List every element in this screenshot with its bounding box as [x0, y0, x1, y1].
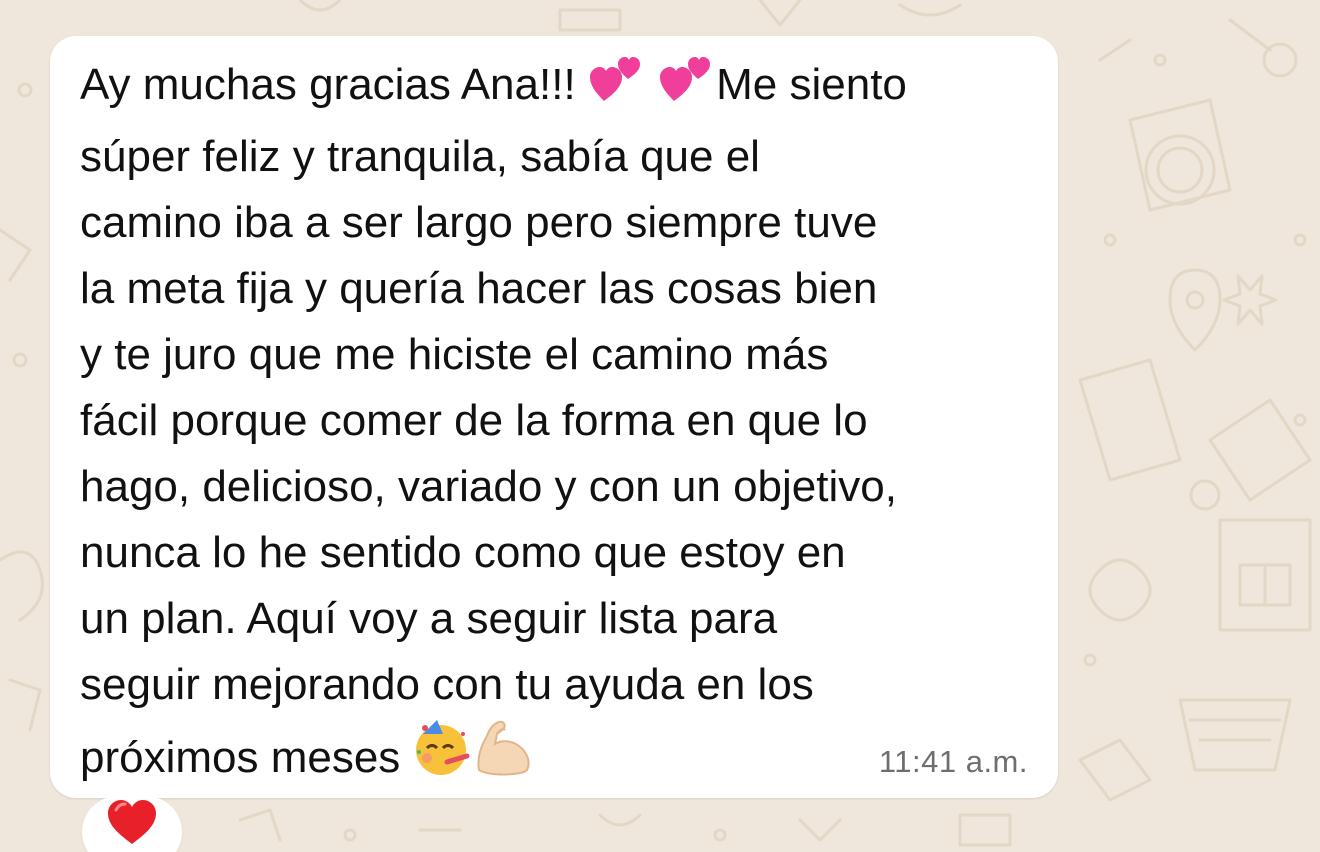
two-hearts-icon	[658, 53, 716, 124]
message-text: Ay muchas gracias Ana!!! Me siento súper…	[80, 52, 1040, 797]
flexed-biceps-icon	[473, 718, 535, 797]
red-heart-icon	[106, 798, 158, 851]
message-reaction[interactable]	[82, 796, 182, 852]
message-timestamp: 11:41 a.m.	[878, 744, 1028, 779]
message-line1-end: Me siento	[716, 60, 907, 109]
two-hearts-icon	[588, 53, 646, 124]
message-bubble[interactable]: Ay muchas gracias Ana!!! Me siento súper…	[50, 36, 1058, 798]
message-last-line: próximos meses	[80, 733, 413, 782]
partying-face-icon	[413, 718, 473, 797]
message-body: súper feliz y tranquila, sabía que el ca…	[80, 132, 897, 709]
message-line1-start: Ay muchas gracias Ana!!!	[80, 60, 588, 109]
